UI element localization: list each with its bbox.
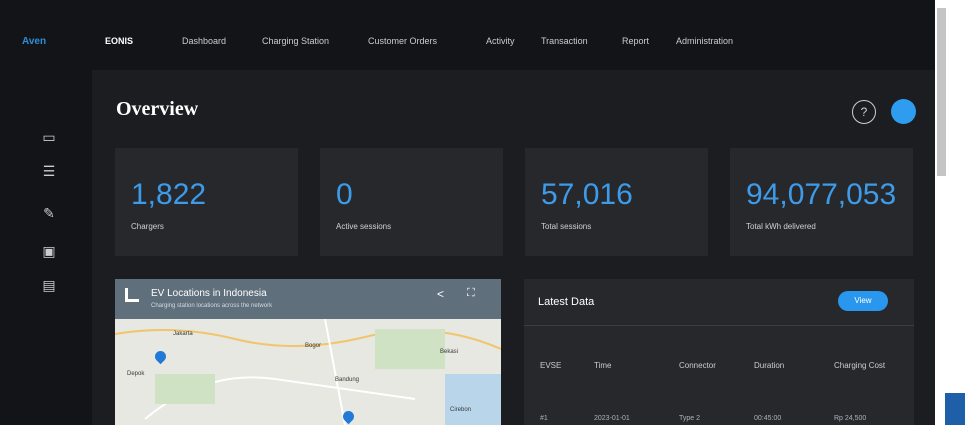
table-cell: 2023-01-01 xyxy=(594,415,630,422)
stat-value: 0 xyxy=(336,178,353,211)
scrollbar[interactable] xyxy=(935,0,965,425)
sidebar: ▭ ☰ ✎ ▣ ▤ xyxy=(0,70,92,425)
document-icon[interactable]: ☰ xyxy=(40,162,58,180)
nav-item-home[interactable]: EONIS xyxy=(105,36,133,46)
stat-label: Chargers xyxy=(131,222,164,231)
map-title: EV Locations in Indonesia xyxy=(151,288,267,299)
table-cell: Type 2 xyxy=(679,415,701,422)
column-header[interactable]: Charging Cost xyxy=(834,361,885,370)
stat-label: Active sessions xyxy=(336,222,392,231)
nav-item-report[interactable]: Report xyxy=(622,36,649,46)
stat-card-chargers: 1,822 Chargers xyxy=(115,148,298,256)
help-icon[interactable]: ? xyxy=(852,100,876,124)
table-cell: Rp 24,500 xyxy=(834,415,867,422)
map-label: Bandung xyxy=(335,377,360,383)
nav-item-transaction[interactable]: Transaction xyxy=(541,36,588,46)
scrollbar-thumb[interactable] xyxy=(937,8,946,176)
display-icon[interactable]: ▤ xyxy=(40,276,58,294)
nav-item-activity[interactable]: Activity xyxy=(486,36,515,46)
map-label: Bogor xyxy=(305,343,322,349)
page-title: Overview xyxy=(116,98,199,120)
nav-item-charging-station[interactable]: Charging Station xyxy=(262,36,329,46)
column-header[interactable]: Duration xyxy=(754,361,784,370)
nav-item-administration[interactable]: Administration xyxy=(676,36,733,46)
stat-value: 94,077,053 xyxy=(746,178,897,211)
map-label: Jakarta xyxy=(173,331,193,337)
stat-label: Total kWh delivered xyxy=(746,222,816,231)
map-panel[interactable]: EV Locations in Indonesia Charging stati… xyxy=(115,279,501,425)
table-cell: 00:45:00 xyxy=(754,415,782,422)
divider xyxy=(524,325,914,326)
map-logo-icon xyxy=(125,288,139,302)
share-icon[interactable]: < xyxy=(437,287,444,301)
monitor-icon[interactable]: ▣ xyxy=(40,242,58,260)
view-button[interactable]: View xyxy=(838,291,888,311)
table-cell: #1 xyxy=(540,415,548,422)
fullscreen-icon[interactable]: ⛶ xyxy=(467,287,475,300)
stat-value: 1,822 xyxy=(131,178,207,211)
avatar[interactable] xyxy=(891,99,916,124)
brand-logo[interactable]: Aven xyxy=(22,36,46,47)
nav-item-customer-orders[interactable]: Customer Orders xyxy=(368,36,437,46)
column-header[interactable]: EVSE xyxy=(540,361,561,370)
app-window: Aven EONIS Dashboard Charging Station Cu… xyxy=(0,0,935,425)
stat-card-total-kwh: 94,077,053 Total kWh delivered xyxy=(730,148,913,256)
stat-card-total-sessions: 57,016 Total sessions xyxy=(525,148,708,256)
map-label: Bekasi xyxy=(440,349,459,355)
column-header[interactable]: Time xyxy=(594,361,611,370)
column-header[interactable]: Connector xyxy=(679,361,716,370)
main-content: Overview ? 1,822 Chargers 0 Active sessi… xyxy=(92,70,935,425)
stat-card-active-sessions: 0 Active sessions xyxy=(320,148,503,256)
map-label: Cirebon xyxy=(450,407,472,413)
latest-data-panel: Latest Data View EVSE Time Connector Dur… xyxy=(524,279,914,425)
map-header: EV Locations in Indonesia Charging stati… xyxy=(115,279,501,319)
stat-label: Total sessions xyxy=(541,222,592,231)
map-label: Depok xyxy=(127,371,145,377)
dashboard-icon[interactable]: ▭ xyxy=(40,128,58,146)
tools-icon[interactable]: ✎ xyxy=(40,204,58,222)
nav-item-dashboard[interactable]: Dashboard xyxy=(182,36,226,46)
stat-value: 57,016 xyxy=(541,178,633,211)
top-navigation: Aven EONIS Dashboard Charging Station Cu… xyxy=(0,0,935,70)
map-subtitle: Charging station locations across the ne… xyxy=(151,303,273,309)
latest-data-title: Latest Data xyxy=(538,296,595,308)
corner-widget xyxy=(945,393,965,425)
